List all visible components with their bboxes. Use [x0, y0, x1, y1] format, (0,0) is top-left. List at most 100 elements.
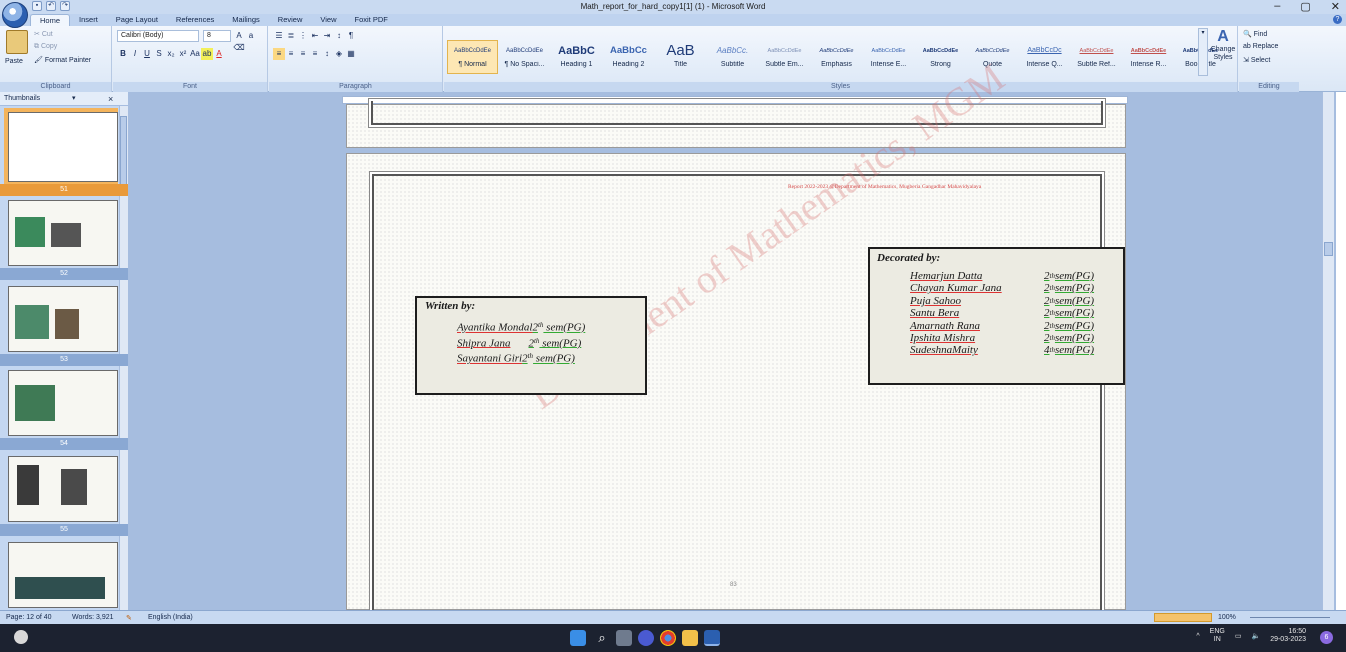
select-button[interactable]: ⇲ Select: [1243, 56, 1270, 64]
task-view-icon[interactable]: [616, 630, 632, 646]
start-icon[interactable]: [570, 630, 586, 646]
copy-button[interactable]: ⧉ Copy: [34, 43, 57, 51]
style-intense-quote[interactable]: AaBbCcDc Intense Q...: [1019, 40, 1070, 74]
bold-icon[interactable]: B: [117, 48, 129, 60]
font-color-icon[interactable]: A: [213, 48, 225, 60]
scrollbar-thumb[interactable]: [120, 116, 127, 186]
style-emphasis[interactable]: AaBbCcDdEe Emphasis: [811, 40, 862, 74]
page-thumbnail[interactable]: [8, 542, 118, 608]
chevron-down-icon[interactable]: ▾: [72, 94, 76, 102]
page-thumbnail[interactable]: [8, 286, 118, 352]
decrease-indent-icon[interactable]: ⇤: [309, 30, 321, 42]
style-subtitle[interactable]: AaBbCc. Subtitle: [707, 40, 758, 74]
tab-page-layout[interactable]: Page Layout: [107, 14, 167, 26]
office-button[interactable]: [2, 2, 28, 28]
weather-icon[interactable]: [14, 630, 28, 644]
change-case-icon[interactable]: Aa: [189, 48, 201, 60]
replace-button[interactable]: ab Replace: [1243, 43, 1278, 50]
help-icon[interactable]: ?: [1333, 15, 1342, 24]
volume-icon[interactable]: 🔈: [1251, 632, 1260, 640]
page-count[interactable]: Page: 12 of 40: [6, 614, 52, 621]
borders-icon[interactable]: ▦: [345, 48, 357, 60]
italic-icon[interactable]: I: [129, 48, 141, 60]
justify-icon[interactable]: ≡: [309, 48, 321, 60]
language-indicator[interactable]: English (India): [148, 614, 193, 621]
tab-references[interactable]: References: [167, 14, 223, 26]
sort-icon[interactable]: ↕: [333, 30, 345, 42]
decorated-by-box[interactable]: Decorated by: Hemarjun Datta 2th sem(PG) …: [868, 247, 1125, 385]
file-explorer-icon[interactable]: [682, 630, 698, 646]
highlight-icon[interactable]: ab: [201, 48, 213, 60]
chat-icon[interactable]: [638, 630, 654, 646]
tab-mailings[interactable]: Mailings: [223, 14, 269, 26]
language-switch[interactable]: ENG IN: [1210, 628, 1225, 644]
format-painter-button[interactable]: 🖌 Format Painter: [34, 56, 91, 64]
page-thumbnail[interactable]: [8, 370, 118, 436]
close-button[interactable]: ✕: [1331, 0, 1340, 13]
search-icon[interactable]: ⌕: [594, 630, 610, 646]
cut-button[interactable]: ✂ Cut: [34, 30, 53, 38]
underline-icon[interactable]: U: [141, 48, 153, 60]
styles-more-icon[interactable]: ▾: [1198, 28, 1208, 76]
style-heading-1[interactable]: AaBbC Heading 1: [551, 40, 602, 74]
paste-button[interactable]: Paste: [5, 58, 23, 65]
tab-review[interactable]: Review: [269, 14, 312, 26]
thumbnails-dropdown[interactable]: Thumbnails: [4, 95, 40, 102]
find-button[interactable]: 🔍 Find: [1243, 30, 1267, 38]
superscript-icon[interactable]: x²: [177, 48, 189, 60]
change-styles-button[interactable]: A Change Styles: [1208, 28, 1238, 76]
close-pane-icon[interactable]: ×: [108, 94, 113, 104]
zoom-level[interactable]: 100%: [1218, 614, 1236, 621]
tab-insert[interactable]: Insert: [70, 14, 107, 26]
shading-icon[interactable]: ◈: [333, 48, 345, 60]
align-left-icon[interactable]: ≡: [273, 48, 285, 60]
page-thumbnail[interactable]: [8, 200, 118, 266]
vertical-scrollbar[interactable]: [1322, 92, 1334, 610]
tab-foxit-pdf[interactable]: Foxit PDF: [346, 14, 397, 26]
clear-format-icon[interactable]: ⌫: [233, 42, 245, 54]
proofing-icon[interactable]: ✎: [126, 614, 132, 622]
multilevel-list-icon[interactable]: ⋮: [297, 30, 309, 42]
style-subtle-reference[interactable]: AaBbCcDdEe Subtle Ref...: [1071, 40, 1122, 74]
style-subtle-emphasis[interactable]: AaBbCcDdEe Subtle Em...: [759, 40, 810, 74]
chevron-up-icon[interactable]: ^: [1196, 633, 1199, 640]
subscript-icon[interactable]: x₂: [165, 48, 177, 60]
network-icon[interactable]: ▭: [1235, 632, 1242, 640]
grow-font-icon[interactable]: A: [233, 30, 245, 42]
scrollbar-thumb[interactable]: [1324, 242, 1333, 256]
align-right-icon[interactable]: ≡: [297, 48, 309, 60]
pilcrow-icon[interactable]: ¶: [345, 30, 357, 42]
minimize-button[interactable]: –: [1274, 0, 1280, 13]
clock[interactable]: 16:50 29-03-2023: [1270, 628, 1306, 644]
tab-home[interactable]: Home: [30, 14, 71, 26]
page-thumbnail[interactable]: [8, 456, 118, 522]
paste-icon[interactable]: [6, 30, 28, 54]
style-intense-emphasis[interactable]: AaBbCcDdEe Intense E...: [863, 40, 914, 74]
increase-indent-icon[interactable]: ⇥: [321, 30, 333, 42]
word-count[interactable]: Words: 3,921: [72, 614, 114, 621]
bullets-icon[interactable]: ☰: [273, 30, 285, 42]
view-buttons[interactable]: [1154, 613, 1212, 622]
line-spacing-icon[interactable]: ↕: [321, 48, 333, 60]
style-title[interactable]: AaB Title: [655, 40, 706, 74]
page-thumbnail[interactable]: [8, 112, 118, 182]
style-strong[interactable]: AaBbCcDdEe Strong: [915, 40, 966, 74]
written-by-box[interactable]: Written by: Ayantika Mondal2th sem(PG) S…: [415, 296, 647, 395]
tab-view[interactable]: View: [311, 14, 345, 26]
restore-button[interactable]: ▢: [1300, 0, 1310, 13]
numbering-icon[interactable]: ≣: [285, 30, 297, 42]
style-heading-2[interactable]: AaBbCc Heading 2: [603, 40, 654, 74]
style-no-spacing[interactable]: AaBbCcDdEe ¶ No Spaci...: [499, 40, 550, 74]
notification-badge[interactable]: 6: [1320, 631, 1333, 644]
font-size-select[interactable]: 8: [203, 30, 231, 42]
strikethrough-icon[interactable]: S: [153, 48, 165, 60]
style-intense-reference[interactable]: AaBbCcDdEe Intense R...: [1123, 40, 1174, 74]
chrome-icon[interactable]: [660, 630, 676, 646]
align-center-icon[interactable]: ≡: [285, 48, 297, 60]
style-normal[interactable]: AaBbCcDdEe ¶ Normal: [447, 40, 498, 74]
word-taskbar-icon[interactable]: [704, 630, 720, 646]
author-semester: sem(PG): [533, 352, 575, 365]
font-name-select[interactable]: Calibri (Body): [117, 30, 199, 42]
shrink-font-icon[interactable]: a: [245, 30, 257, 42]
zoom-slider[interactable]: [1250, 617, 1330, 618]
